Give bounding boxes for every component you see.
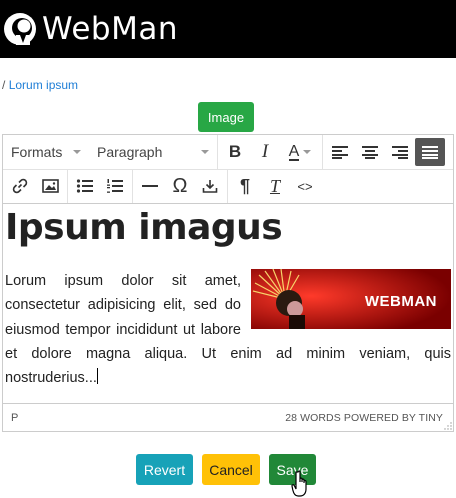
app-title: WebMan bbox=[42, 11, 178, 47]
revert-button[interactable]: Revert bbox=[136, 454, 193, 485]
app-header: WebMan bbox=[0, 0, 456, 58]
list-group bbox=[68, 169, 133, 203]
italic-icon: I bbox=[261, 141, 269, 162]
source-code-icon: <> bbox=[297, 178, 313, 194]
horizontal-rule-icon bbox=[142, 185, 158, 187]
content-paragraph: WEBMAN Lorum ipsum dolor sit amet, conse… bbox=[5, 269, 451, 390]
align-justify-button[interactable] bbox=[415, 138, 445, 166]
toolbar-row-2: Ω ¶ T <> bbox=[3, 169, 453, 204]
toolbar-row-1: Formats Paragraph B I A bbox=[3, 135, 453, 170]
cancel-button[interactable]: Cancel bbox=[202, 454, 260, 485]
text-color-icon: A bbox=[288, 142, 300, 161]
bullet-list-button[interactable] bbox=[70, 172, 100, 200]
link-icon bbox=[12, 178, 28, 194]
bold-icon: B bbox=[228, 142, 242, 161]
numbered-list-button[interactable] bbox=[100, 172, 130, 200]
webman-banner-image: WEBMAN bbox=[251, 269, 451, 329]
align-left-icon bbox=[332, 146, 348, 159]
numbered-list-icon bbox=[107, 179, 123, 193]
chevron-down-icon bbox=[303, 150, 312, 154]
block-format-label: Paragraph bbox=[97, 144, 163, 160]
editor-content[interactable]: Ipsum imagus WEBMAN Lorum ipsum dolor si… bbox=[3, 203, 453, 403]
chevron-down-icon bbox=[73, 150, 81, 154]
image-insert-button[interactable] bbox=[35, 172, 65, 200]
logo-icon bbox=[4, 13, 36, 45]
image-button[interactable]: Image bbox=[198, 102, 254, 132]
editor-statusbar: P 28 WORDS POWERED BY TINY bbox=[3, 403, 453, 431]
align-left-button[interactable] bbox=[325, 138, 355, 166]
formats-dropdown[interactable]: Formats bbox=[5, 139, 87, 165]
block-format-dropdown[interactable]: Paragraph bbox=[91, 139, 215, 165]
clear-format-icon: T bbox=[269, 175, 280, 196]
misc-group: ¶ T <> bbox=[228, 169, 322, 203]
align-center-icon bbox=[362, 146, 378, 159]
hand-cursor-icon bbox=[291, 470, 307, 497]
element-path[interactable]: P bbox=[11, 412, 18, 424]
insert-group: Ω bbox=[133, 169, 228, 203]
clear-format-button[interactable]: T bbox=[260, 172, 290, 200]
link-button[interactable] bbox=[5, 172, 35, 200]
formats-label: Formats bbox=[11, 144, 63, 160]
chevron-down-icon bbox=[201, 150, 209, 154]
special-char-button[interactable]: Ω bbox=[165, 172, 195, 200]
paragraph-mark-icon: ¶ bbox=[239, 175, 250, 196]
insert-button[interactable] bbox=[195, 172, 225, 200]
special-char-icon: Ω bbox=[172, 174, 188, 197]
italic-button[interactable]: I bbox=[250, 138, 280, 166]
show-blocks-button[interactable]: ¶ bbox=[230, 172, 260, 200]
bold-button[interactable]: B bbox=[220, 138, 250, 166]
breadcrumb: / Lorum ipsum bbox=[2, 77, 78, 93]
align-justify-icon bbox=[422, 146, 438, 159]
breadcrumb-link[interactable]: Lorum ipsum bbox=[9, 78, 78, 92]
bullet-list-icon bbox=[76, 179, 93, 193]
align-right-button[interactable] bbox=[385, 138, 415, 166]
source-code-button[interactable]: <> bbox=[290, 172, 320, 200]
text-color-button[interactable]: A bbox=[280, 138, 320, 166]
align-group bbox=[323, 135, 447, 169]
content-heading: Ipsum imagus bbox=[5, 207, 283, 248]
image-icon bbox=[41, 179, 59, 193]
style-group: B I A bbox=[218, 135, 323, 169]
resize-handle-icon[interactable] bbox=[444, 422, 452, 430]
word-count: 28 WORDS POWERED BY TINY bbox=[285, 411, 443, 424]
banner-text: WEBMAN bbox=[364, 293, 437, 310]
horizontal-rule-button[interactable] bbox=[135, 172, 165, 200]
align-right-icon bbox=[392, 146, 408, 159]
text-cursor bbox=[96, 368, 98, 385]
insert-icon bbox=[202, 180, 218, 193]
rich-text-editor: Formats Paragraph B I A Ω ¶ T <> Ipsum i… bbox=[2, 134, 454, 432]
breadcrumb-separator: / bbox=[2, 78, 6, 92]
format-group: Formats Paragraph bbox=[3, 135, 218, 169]
align-center-button[interactable] bbox=[355, 138, 385, 166]
insert-media-group bbox=[3, 169, 68, 203]
